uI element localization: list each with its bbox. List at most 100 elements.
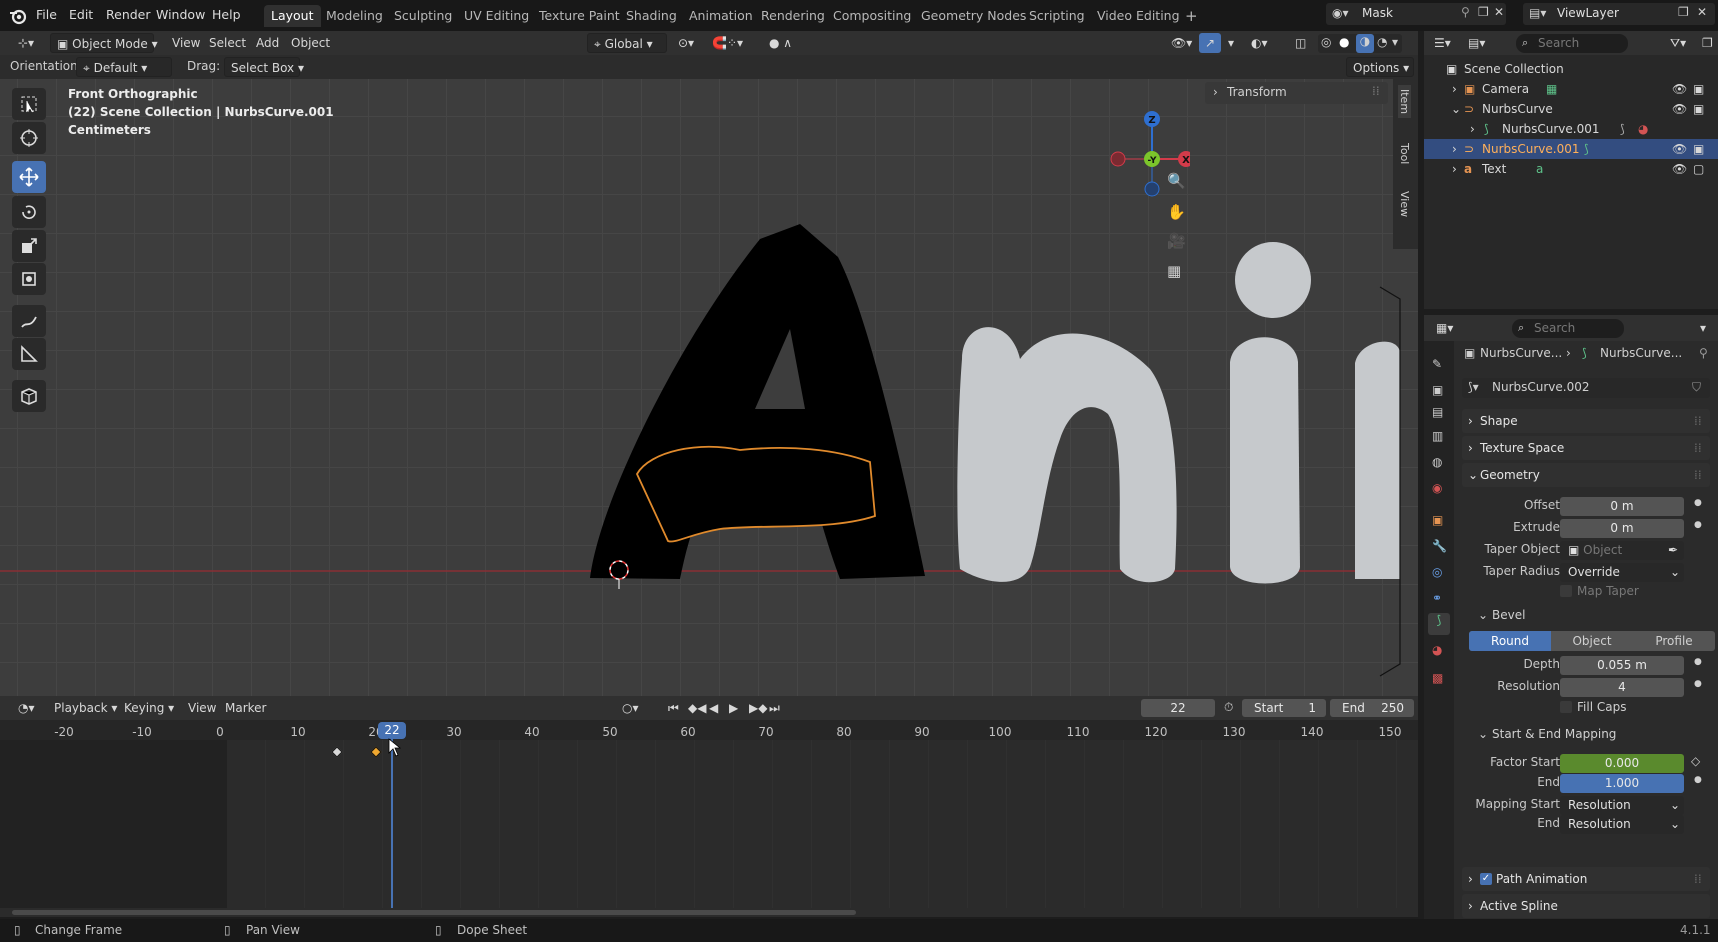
pin-icon[interactable]: ⚲ [1461, 5, 1470, 19]
curve-data-tab-icon[interactable]: ⟆ [1428, 613, 1450, 635]
properties-editor[interactable]: ▦▾ ⌕ Search ▾ ✎ ▣ ▤ ▥ ◍ ◉ ▣ 🔧 ◎ ⚭ ⟆ ◕ ▩ … [1424, 315, 1718, 927]
viewport-menu-view[interactable]: View [166, 33, 206, 53]
drag-handle-icon[interactable]: ⁞⁞ [1372, 84, 1380, 98]
add-workspace-icon[interactable]: + [1178, 5, 1205, 27]
snap-icon[interactable]: 🧲⁘▾ [706, 33, 749, 53]
scene-tab-icon[interactable]: ◍ [1432, 455, 1442, 469]
drag-dropdown[interactable]: Select Box ▾ [224, 57, 304, 77]
properties-search-input[interactable]: ⌕ Search [1512, 319, 1624, 338]
gizmo-dropdown-icon[interactable]: ▾ [1222, 33, 1240, 53]
bevel-mode-round[interactable]: Round [1469, 631, 1551, 651]
shading-dropdown-icon[interactable]: ▾ [1392, 35, 1398, 49]
camera-view-icon[interactable]: 🎥 [1167, 232, 1186, 250]
editor-type-icon[interactable]: ⊹▾ [12, 33, 40, 53]
transform-orientation-dropdown[interactable]: ⌖ Global ▾ [587, 33, 667, 53]
resolution-field[interactable]: 4 [1560, 678, 1684, 697]
visibility-icon[interactable]: 👁▾ [1165, 33, 1198, 53]
menu-file[interactable]: File [31, 5, 62, 25]
tab-texture-paint[interactable]: Texture Paint [532, 5, 627, 27]
tool-tab-icon[interactable]: ✎ [1432, 357, 1442, 371]
clock-icon[interactable]: ⏱ [1224, 700, 1233, 715]
taper-radius-dropdown[interactable]: Override ⌄ [1560, 563, 1684, 582]
frame-ruler[interactable] [0, 720, 1418, 740]
section-start-end-mapping[interactable]: ⌄ Start & End Mapping [1474, 723, 1710, 745]
play-icon[interactable]: ▶ [723, 698, 744, 718]
outliner-row-camera[interactable]: › ▣ Camera ▦ 👁 ▣ [1424, 79, 1718, 99]
delete-scene-icon[interactable]: ✕ [1494, 5, 1504, 19]
tab-layout[interactable]: Layout [264, 5, 321, 27]
section-bevel[interactable]: ⌄ Bevel [1474, 604, 1710, 626]
timeline-menu-marker[interactable]: Marker [219, 698, 272, 718]
new-viewlayer-icon[interactable]: ❐ [1678, 5, 1689, 19]
keyframe-area[interactable] [227, 740, 1410, 908]
end-frame-field[interactable]: End 250 [1330, 699, 1414, 717]
mapping-end-dropdown[interactable]: Resolution ⌄ [1560, 815, 1684, 834]
mode-dropdown[interactable]: ▣ Object Mode ▾ [50, 33, 158, 53]
world-tab-icon[interactable]: ◉ [1432, 481, 1442, 495]
new-collection-icon[interactable]: ❐ [1696, 33, 1718, 53]
zoom-icon[interactable]: 🔍 [1167, 172, 1186, 190]
timeline-menu-playback[interactable]: Playback ▾ [48, 698, 123, 718]
extrude-field[interactable]: 0 m [1560, 519, 1684, 538]
drag-handle-icon[interactable]: ⁞⁞ [1694, 867, 1702, 891]
tab-uv-editing[interactable]: UV Editing [457, 5, 536, 27]
factor-start-field[interactable]: 0.000 [1560, 754, 1684, 773]
outliner-search-input[interactable]: ⌕ Search [1516, 34, 1628, 53]
viewlayer-selector[interactable]: ▤▾ ViewLayer ❐ ✕ [1523, 3, 1715, 25]
filter-icon[interactable]: ⛛▾ [1664, 33, 1692, 53]
camera-data-icon[interactable]: ▦ [1546, 79, 1557, 99]
offset-field[interactable]: 0 m [1560, 497, 1684, 516]
perspective-grid-icon[interactable]: ▦ [1167, 262, 1181, 280]
gizmo-toggle-icon[interactable]: ↗ [1199, 33, 1222, 53]
datablock-selector[interactable]: ⟆▾ NurbsCurve.002 ⛉ [1462, 378, 1710, 398]
texture-tab-icon[interactable]: ▩ [1432, 671, 1443, 685]
section-texture-space[interactable]: › Texture Space ⁞⁞ [1462, 436, 1710, 460]
orientation-dropdown[interactable]: ⌖ Default ▾ [76, 57, 172, 77]
keyframe-dot-icon[interactable]: ● [1694, 679, 1702, 689]
sidebar-transform-panel[interactable]: › Transform ⁞⁞ [1205, 82, 1388, 104]
scene-selector[interactable]: ◉▾ Mask ⚲ ❐ ✕ [1326, 3, 1506, 25]
rendered-shading-icon[interactable]: ◔ [1377, 35, 1387, 49]
jump-end-icon[interactable]: ⏭ [763, 698, 786, 718]
outliner-row-nurbscurve[interactable]: ⌄ ⊃ NurbsCurve 👁 ▣ [1424, 99, 1718, 119]
mapping-start-dropdown[interactable]: Resolution ⌄ [1560, 796, 1684, 815]
visibility-eye-icon[interactable]: 👁 [1672, 139, 1687, 159]
render-camera-icon[interactable]: ▣ [1693, 139, 1704, 159]
auto-keying-icon[interactable]: ○▾ [616, 698, 645, 718]
render-tab-icon[interactable]: ▣ [1432, 383, 1443, 397]
visibility-eye-icon[interactable]: 👁 [1672, 159, 1687, 179]
tab-compositing[interactable]: Compositing [826, 5, 918, 27]
viewport-menu-object[interactable]: Object [285, 33, 336, 53]
keyframe-dot-icon[interactable]: ● [1694, 520, 1702, 530]
keyframe-dot-icon[interactable]: ● [1694, 498, 1702, 508]
tab-tool[interactable]: Tool [1398, 139, 1411, 168]
map-taper-checkbox[interactable] [1560, 585, 1572, 597]
new-scene-icon[interactable]: ❐ [1478, 5, 1489, 19]
menu-render[interactable]: Render [101, 5, 156, 25]
menu-window[interactable]: Window [151, 5, 210, 25]
blender-logo-icon[interactable] [9, 7, 27, 25]
xray-icon[interactable]: ◫ [1289, 33, 1312, 53]
keyframe-dot-icon[interactable]: ● [1694, 657, 1702, 667]
drag-handle-icon[interactable]: ⁞⁞ [1694, 463, 1702, 487]
keyframe-dot-icon[interactable]: ● [1694, 775, 1702, 785]
properties-editor-type-icon[interactable]: ▦▾ [1430, 318, 1459, 338]
pan-hand-icon[interactable]: ✋ [1167, 203, 1186, 221]
pin-icon[interactable]: ⚲ [1699, 346, 1708, 360]
outliner-editor-type-icon[interactable]: ☰▾ [1428, 33, 1457, 53]
viewport-menu-add[interactable]: Add [250, 33, 285, 53]
viewport-menu-select[interactable]: Select [203, 33, 252, 53]
menu-edit[interactable]: Edit [64, 5, 98, 25]
keyframe-diamond-icon[interactable]: ◇ [1691, 754, 1700, 768]
bevel-mode-profile[interactable]: Profile [1633, 631, 1715, 651]
overlay-toggle-icon[interactable]: ◐▾ [1245, 33, 1274, 53]
expand-chevron-icon[interactable]: › [1452, 79, 1457, 99]
pivot-icon[interactable]: ⊙▾ [672, 33, 700, 53]
proportional-edit-icon[interactable]: ● ∧ [763, 33, 798, 53]
outliner-row-nurbscurve-001-selected[interactable]: › ⊃ NurbsCurve.001 ⟆ 👁 ▣ [1424, 139, 1718, 159]
outliner-row-scene-collection[interactable]: ▣ Scene Collection [1424, 59, 1718, 79]
timeline-menu-keying[interactable]: Keying ▾ [118, 698, 180, 718]
expand-chevron-icon[interactable]: › [1452, 139, 1457, 159]
taper-object-field[interactable]: ▣ Object ✒ [1560, 541, 1684, 560]
wireframe-shading-icon[interactable]: ◎ [1321, 35, 1331, 49]
